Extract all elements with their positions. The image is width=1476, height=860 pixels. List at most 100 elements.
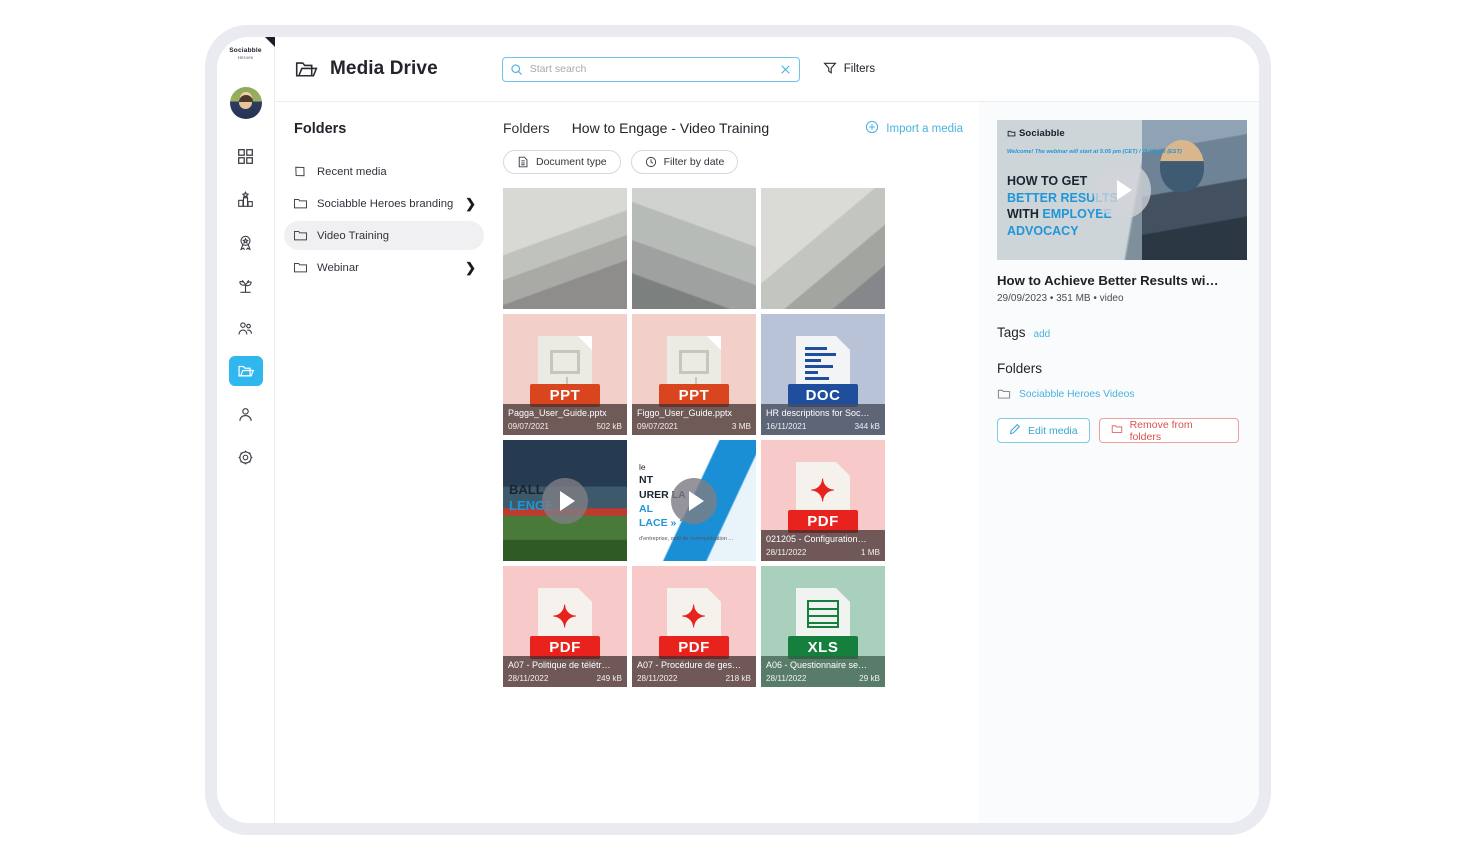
sidebar-item-media-drive[interactable] [229,356,263,386]
xls-badge: XLS [788,636,858,659]
search-bar[interactable] [502,57,800,82]
tile-date: 28/11/2022 [766,548,806,557]
import-media-button[interactable]: Import a media [865,120,963,137]
media-grid: PPT Pagga_User_Guide.pptx 09/07/2021 502… [503,188,979,687]
media-tile[interactable]: le NT URER LA AL LACE » ? d'entreprise, … [632,440,756,561]
pdf-file-icon: ✦ PDF [667,588,721,654]
media-tile[interactable]: ✦ PDF A07 - Procédure de ges… 28/11/2022… [632,566,756,687]
rail-icon-list [217,141,274,472]
tags-label: Tags [997,325,1026,340]
page-title: Media Drive [330,58,438,80]
sidebar-item-label: Sociabble Heroes branding [317,198,465,210]
overlay-line-1: le [639,462,733,473]
chevron-right-icon: ❯ [465,197,476,210]
media-detail-panel: Sociabble Welcome! The webinar will star… [979,102,1259,823]
tile-name: A07 - Politique de télétr… [508,660,622,672]
sidebar-item-webinar[interactable]: Webinar ❯ [284,253,484,282]
media-tile[interactable] [503,188,627,309]
remove-from-folders-button[interactable]: Remove from folders [1099,418,1239,443]
breadcrumb-root[interactable]: Folders [503,120,550,136]
headline-line-4: ADVOCACY [1007,223,1118,240]
plus-circle-icon [865,120,879,137]
ppt-badge: PPT [530,384,600,407]
edit-media-label: Edit media [1028,425,1078,437]
media-tile[interactable]: ✦ PDF 021205 - Configuration… 28/11/2022… [761,440,885,561]
headline-line-3a: WITH [1007,207,1042,221]
video-preview[interactable]: Sociabble Welcome! The webinar will star… [997,120,1247,260]
breadcrumb-current: How to Engage - Video Training [572,120,769,136]
chip-filter-by-date[interactable]: Filter by date [631,150,739,174]
media-tile[interactable] [761,188,885,309]
chip-document-type[interactable]: Document type [503,150,621,174]
tile-name: 021205 - Configuration… [766,534,880,546]
edit-media-button[interactable]: Edit media [997,418,1090,443]
tile-caption: HR descriptions for Soc… 16/11/2021 344 … [761,404,885,435]
folder-icon [997,387,1011,401]
media-tile[interactable]: ✦ PDF A07 - Politique de télétr… 28/11/2… [503,566,627,687]
chevron-right-icon: ❯ [465,261,476,274]
play-icon[interactable] [542,478,588,524]
media-tile[interactable]: PPT Figgo_User_Guide.pptx 09/07/2021 3 M… [632,314,756,435]
open-folder-icon [294,57,319,82]
media-main-area: Folders How to Engage - Video Training I… [488,102,979,823]
pdf-badge: PDF [659,636,729,659]
sidebar-item-settings[interactable] [229,442,263,472]
pdf-file-icon: ✦ PDF [796,462,850,528]
people-icon [237,320,254,337]
chip-label: Document type [536,156,607,168]
sidebar-item-label: Webinar [317,262,465,274]
search-input[interactable] [530,63,779,75]
sidebar-item-dashboard[interactable] [229,141,263,171]
logo-mark-icon [1007,129,1016,138]
tile-caption: Pagga_User_Guide.pptx 09/07/2021 502 kB [503,404,627,435]
brand-name: Sociabble [224,47,268,55]
sidebar-item-recent-media[interactable]: Recent media [284,157,484,186]
folder-icon [293,196,308,211]
add-tag-link[interactable]: add [1034,329,1051,340]
folders-label: Folders [997,361,1042,376]
icon-rail: Sociabble Heroes [217,37,275,823]
sidebar-item-video-training[interactable]: Video Training [284,221,484,250]
tile-date: 09/07/2021 [508,422,549,431]
sidebar-item-label: Recent media [317,166,476,178]
sidebar-item-badges[interactable] [229,227,263,257]
media-tile[interactable]: PPT Pagga_User_Guide.pptx 09/07/2021 502… [503,314,627,435]
play-icon[interactable] [671,478,717,524]
avatar[interactable] [230,87,262,119]
sidebar-item-sociabble-heroes-branding[interactable]: Sociabble Heroes branding ❯ [284,189,484,218]
import-media-label: Import a media [886,123,963,135]
pdf-file-icon: ✦ PDF [538,588,592,654]
play-icon[interactable] [1093,161,1151,219]
filters-button[interactable]: Filters [823,61,875,78]
filter-chip-row: Document type Filter by date [503,150,979,174]
tile-name: A07 - Procédure de ges… [637,660,751,672]
brand-sub: Heroes [224,55,268,60]
tile-size: 502 kB [597,422,623,431]
media-tile[interactable] [632,188,756,309]
close-icon[interactable] [779,63,792,76]
tile-size: 218 kB [726,674,752,683]
tile-date: 28/11/2022 [508,674,548,683]
sidebar-item-growth[interactable] [229,270,263,300]
media-tile[interactable]: XLS A06 - Questionnaire se… 28/11/2022 2… [761,566,885,687]
preview-welcome-text: Welcome! The webinar will start at 5:05 … [1007,148,1182,156]
media-tile[interactable]: DOC HR descriptions for Soc… 16/11/2021 … [761,314,885,435]
user-icon [237,406,254,423]
document-icon [517,156,529,168]
folders-heading: Folders [294,121,488,137]
tile-caption: 021205 - Configuration… 28/11/2022 1 MB [761,530,885,561]
detail-folder-item[interactable]: Sociabble Heroes Videos [997,387,1239,401]
clock-icon [645,156,657,168]
folder-list: Recent media Sociabble Heroes branding ❯ [275,157,488,282]
ppt-badge: PPT [659,384,729,407]
app-header: Media Drive Filters [275,37,1259,102]
media-tile[interactable]: BALL LENGE [503,440,627,561]
tile-name: Pagga_User_Guide.pptx [508,408,622,420]
pdf-badge: PDF [788,510,858,533]
folder-icon [1111,423,1123,438]
pdf-badge: PDF [530,636,600,659]
detail-action-buttons: Edit media Remove from folders [997,418,1239,443]
sidebar-item-profile[interactable] [229,399,263,429]
sidebar-item-community[interactable] [229,313,263,343]
sidebar-item-leaderboard[interactable] [229,184,263,214]
